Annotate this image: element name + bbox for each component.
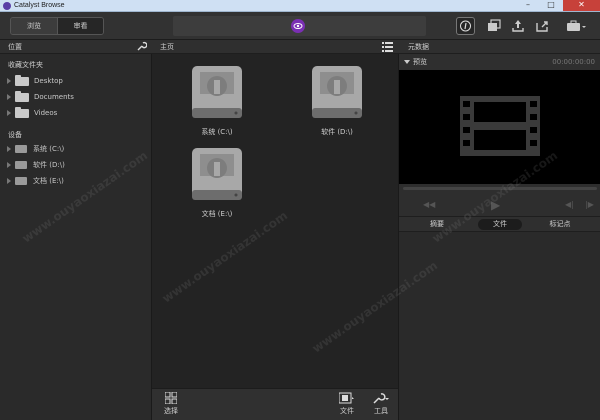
file-button[interactable]: 文件 (332, 392, 362, 416)
tree-label: Documents (34, 93, 74, 101)
devices-title: 设备 (8, 131, 22, 139)
timecode: 00:00:00:00 (552, 58, 595, 66)
timeline-scrubber[interactable] (403, 187, 597, 190)
minimize-button[interactable]: – (517, 0, 539, 11)
folder-icon (15, 90, 29, 102)
tree-label: 软件 (D:\) (33, 161, 65, 169)
expand-arrow-icon[interactable] (7, 162, 11, 168)
drive-tile-c[interactable]: 系统 (C:\) (182, 64, 252, 137)
review-mode-button[interactable]: 审看 (57, 18, 103, 34)
favorites-title: 收藏文件夹 (8, 61, 43, 69)
hard-drive-icon (312, 66, 362, 118)
expand-arrow-icon[interactable] (7, 110, 11, 116)
preview-header[interactable]: 预览 00:00:00:00 (399, 54, 600, 70)
step-forward-icon[interactable]: |▶ (585, 200, 594, 209)
device-e[interactable]: 文档 (E:\) (7, 175, 64, 187)
home-title: 主页 (160, 43, 174, 51)
drive-label: 文档 (E:\) (201, 210, 233, 218)
app-logo-icon (3, 2, 11, 10)
window-title-bar: Catalyst Browse – □ ✕ (0, 0, 600, 12)
tools-button[interactable]: 工具 (366, 392, 396, 416)
maximize-button[interactable]: □ (540, 0, 562, 11)
tree-label: 系统 (C:\) (33, 145, 65, 153)
drive-label: 系统 (C:\) (201, 128, 233, 136)
file-label: 文件 (340, 407, 354, 415)
select-label: 选择 (164, 407, 178, 415)
favorite-videos[interactable]: Videos (7, 106, 58, 119)
search-bar[interactable] (173, 16, 426, 36)
video-preview[interactable] (399, 70, 600, 184)
main-toolbar: 浏览 审看 (0, 12, 600, 40)
window-title: Catalyst Browse (14, 2, 65, 9)
center-panel-header: 主页 (152, 40, 398, 54)
expand-arrow-icon[interactable] (7, 178, 11, 184)
drive-icon (15, 145, 27, 153)
select-button[interactable]: 选择 (156, 392, 186, 416)
play-icon[interactable]: ▶ (491, 198, 500, 212)
center-bottom-bar: 选择 文件 工具 (152, 388, 398, 420)
location-title: 位置 (8, 43, 22, 51)
close-button[interactable]: ✕ (563, 0, 600, 11)
drive-tile-e[interactable]: 文档 (E:\) (182, 146, 252, 219)
info-icon[interactable] (456, 17, 475, 35)
tree-label: 文档 (E:\) (33, 177, 64, 185)
film-strip-icon (460, 96, 540, 156)
device-c[interactable]: 系统 (C:\) (7, 143, 64, 155)
location-panel: 收藏文件夹 Desktop Documents Videos 设备 系统 (C:… (0, 54, 152, 420)
copy-icon[interactable] (486, 18, 502, 34)
preview-title: 预览 (413, 58, 427, 66)
favorite-desktop[interactable]: Desktop (7, 74, 63, 87)
step-back-icon[interactable]: ◀| (565, 200, 574, 209)
tab-markers[interactable]: 标记点 (535, 219, 585, 230)
left-panel-header: 位置 (0, 40, 152, 54)
tools-label: 工具 (374, 407, 388, 415)
metadata-title: 元数据 (408, 43, 429, 51)
tree-label: Desktop (34, 77, 63, 85)
briefcase-menu-icon[interactable] (566, 18, 588, 34)
tab-summary[interactable]: 摘要 (417, 219, 457, 230)
right-panel-header: 元数据 (398, 40, 600, 54)
folder-icon (15, 74, 29, 86)
expand-arrow-icon[interactable] (7, 78, 11, 84)
hard-drive-icon (192, 66, 242, 118)
rewind-icon[interactable]: ◀◀ (423, 200, 435, 209)
drive-icon (15, 177, 27, 185)
drive-tile-d[interactable]: 软件 (D:\) (302, 64, 372, 137)
drive-label: 软件 (D:\) (321, 128, 353, 136)
metadata-tabs: 摘要 文件 标记点 (399, 216, 600, 232)
mode-switch: 浏览 审看 (10, 17, 104, 35)
share-icon[interactable] (534, 18, 550, 34)
film-icon (339, 392, 354, 404)
expand-arrow-icon[interactable] (7, 146, 11, 152)
device-d[interactable]: 软件 (D:\) (7, 159, 65, 171)
select-grid-icon (165, 392, 177, 404)
transport-controls: ◀◀ ▶ ◀| |▶ (399, 184, 600, 216)
drive-icon (15, 161, 27, 169)
expand-arrow-icon[interactable] (7, 94, 11, 100)
tab-file[interactable]: 文件 (478, 219, 522, 230)
hard-drive-icon (192, 148, 242, 200)
favorite-documents[interactable]: Documents (7, 90, 74, 103)
wrench-icon (373, 393, 389, 404)
folder-icon (15, 106, 29, 118)
tree-label: Videos (34, 109, 58, 117)
catalyst-eye-icon[interactable] (291, 19, 305, 33)
home-browser: 系统 (C:\) 软件 (D:\) 文档 (E:\) (152, 54, 398, 388)
collapse-arrow-icon[interactable] (404, 60, 410, 64)
export-icon[interactable] (510, 18, 526, 34)
browse-mode-button[interactable]: 浏览 (11, 18, 57, 34)
metadata-panel: 预览 00:00:00:00 ◀◀ ▶ ◀| |▶ 摘要 文件 标记点 (398, 54, 600, 420)
